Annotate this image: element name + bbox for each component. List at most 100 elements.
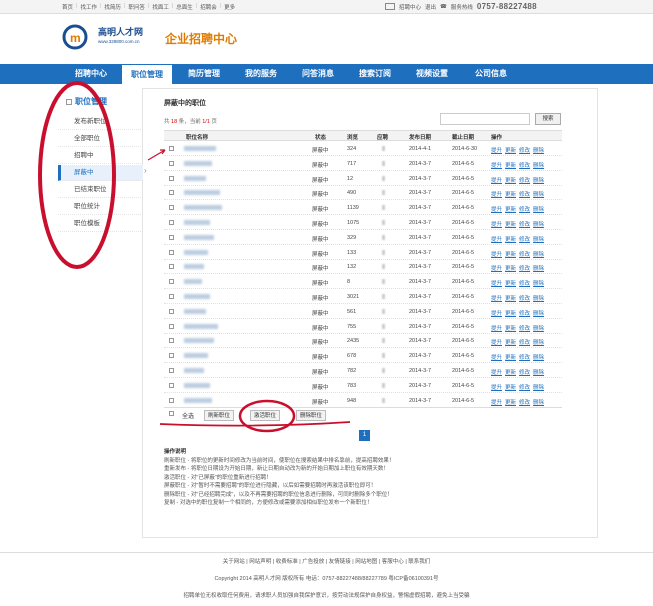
collapse-arrow-icon[interactable]: › [144,166,147,175]
sidebar-item-all-jobs[interactable]: 全部职位 [58,131,143,147]
row-checkbox[interactable] [169,397,174,403]
job-name-redacted[interactable] [184,294,210,299]
op-delete-link[interactable]: 删除 [533,192,544,198]
job-name-redacted[interactable] [184,249,208,255]
job-name-redacted[interactable] [184,205,222,211]
op-edit-link[interactable]: 修改 [519,192,530,198]
op-edit-link[interactable]: 修改 [519,281,530,287]
footer-link[interactable]: 网站地图 [355,559,377,565]
nav-recruit-center[interactable]: 招聘中心 [62,64,120,84]
op-promote-link[interactable]: 提升 [491,400,502,406]
op-promote-link[interactable]: 提升 [491,192,502,198]
op-edit-link[interactable]: 修改 [519,178,530,184]
op-promote-link[interactable]: 提升 [491,237,502,243]
op-delete-link[interactable]: 删除 [533,252,544,258]
op-promote-link[interactable]: 提升 [491,163,502,169]
footer-link[interactable]: 友情链接 [329,559,351,565]
top-link-logout[interactable]: 退出 [425,3,436,11]
op-refresh-link[interactable]: 更新 [505,148,516,154]
job-name-redacted[interactable] [184,368,204,373]
job-name-redacted[interactable] [184,234,214,240]
op-promote-link[interactable]: 提升 [491,148,502,154]
op-delete-link[interactable]: 删除 [533,237,544,243]
row-checkbox[interactable] [169,368,174,373]
op-refresh-link[interactable]: 更新 [505,340,516,346]
select-all-label[interactable]: 全选 [182,411,194,420]
op-delete-link[interactable]: 删除 [533,311,544,317]
job-name-redacted[interactable] [184,220,210,225]
job-name-redacted[interactable] [184,323,218,329]
op-edit-link[interactable]: 修改 [519,296,530,302]
op-delete-link[interactable]: 删除 [533,385,544,391]
op-refresh-link[interactable]: 更新 [505,207,516,213]
top-nav-item[interactable]: 总面生 [176,3,193,11]
op-edit-link[interactable]: 修改 [519,163,530,169]
nav-qa-messages[interactable]: 问答消息 [292,64,344,84]
row-checkbox[interactable] [169,308,174,314]
op-refresh-link[interactable]: 更新 [505,326,516,332]
nav-job-management[interactable]: 职位管理 [121,64,173,84]
select-all-checkbox[interactable] [169,411,174,416]
nav-resume-management[interactable]: 简历管理 [178,64,230,84]
op-refresh-link[interactable]: 更新 [505,370,516,376]
row-checkbox[interactable] [169,160,174,166]
top-nav-item[interactable]: 找简历 [104,3,121,11]
op-delete-link[interactable]: 删除 [533,266,544,272]
op-refresh-link[interactable]: 更新 [505,311,516,317]
nav-video-settings[interactable]: 视频设置 [406,64,458,84]
op-delete-link[interactable]: 删除 [533,281,544,287]
op-delete-link[interactable]: 删除 [533,400,544,406]
footer-link[interactable]: 联系我们 [408,559,430,565]
footer-link[interactable]: 收费标准 [276,559,298,565]
op-promote-link[interactable]: 提升 [491,252,502,258]
op-promote-link[interactable]: 提升 [491,296,502,302]
op-delete-link[interactable]: 删除 [533,296,544,302]
footer-link[interactable]: 关于网站 [223,559,245,565]
row-checkbox[interactable] [169,338,174,344]
op-edit-link[interactable]: 修改 [519,311,530,317]
row-checkbox[interactable] [169,249,174,255]
op-delete-link[interactable]: 删除 [533,222,544,228]
op-refresh-link[interactable]: 更新 [505,237,516,243]
job-name-redacted[interactable] [184,279,202,285]
op-refresh-link[interactable]: 更新 [505,266,516,272]
job-name-redacted[interactable] [184,382,210,388]
op-delete-link[interactable]: 删除 [533,355,544,361]
op-promote-link[interactable]: 提升 [491,281,502,287]
row-checkbox[interactable] [169,190,174,196]
op-delete-link[interactable]: 删除 [533,370,544,376]
op-promote-link[interactable]: 提升 [491,370,502,376]
footer-link[interactable]: 客服中心 [382,559,404,565]
search-input[interactable] [440,113,530,125]
op-edit-link[interactable]: 修改 [519,266,530,272]
op-edit-link[interactable]: 修改 [519,340,530,346]
op-promote-link[interactable]: 提升 [491,340,502,346]
restore-job-button[interactable]: 激活职位 [250,410,281,421]
refresh-job-button[interactable]: 刷新职位 [204,410,235,421]
row-checkbox[interactable] [169,234,174,240]
op-edit-link[interactable]: 修改 [519,385,530,391]
op-delete-link[interactable]: 删除 [533,207,544,213]
delete-job-button[interactable]: 删除职位 [296,410,327,421]
mail-icon[interactable] [385,3,395,10]
op-delete-link[interactable]: 删除 [533,340,544,346]
op-refresh-link[interactable]: 更新 [505,355,516,361]
op-promote-link[interactable]: 提升 [491,311,502,317]
op-refresh-link[interactable]: 更新 [505,192,516,198]
top-nav-item[interactable]: 找面工 [152,3,169,11]
nav-my-services[interactable]: 我的服务 [235,64,287,84]
row-checkbox[interactable] [169,205,174,211]
job-name-redacted[interactable] [184,264,204,270]
op-edit-link[interactable]: 修改 [519,326,530,332]
op-edit-link[interactable]: 修改 [519,252,530,258]
op-promote-link[interactable]: 提升 [491,385,502,391]
nav-company-info[interactable]: 公司信息 [465,64,517,84]
row-checkbox[interactable] [169,323,174,329]
job-name-redacted[interactable] [184,160,212,166]
op-promote-link[interactable]: 提升 [491,222,502,228]
job-name-redacted[interactable] [184,146,216,151]
row-checkbox[interactable] [169,353,174,359]
op-refresh-link[interactable]: 更新 [505,252,516,258]
op-refresh-link[interactable]: 更新 [505,385,516,391]
op-refresh-link[interactable]: 更新 [505,281,516,287]
